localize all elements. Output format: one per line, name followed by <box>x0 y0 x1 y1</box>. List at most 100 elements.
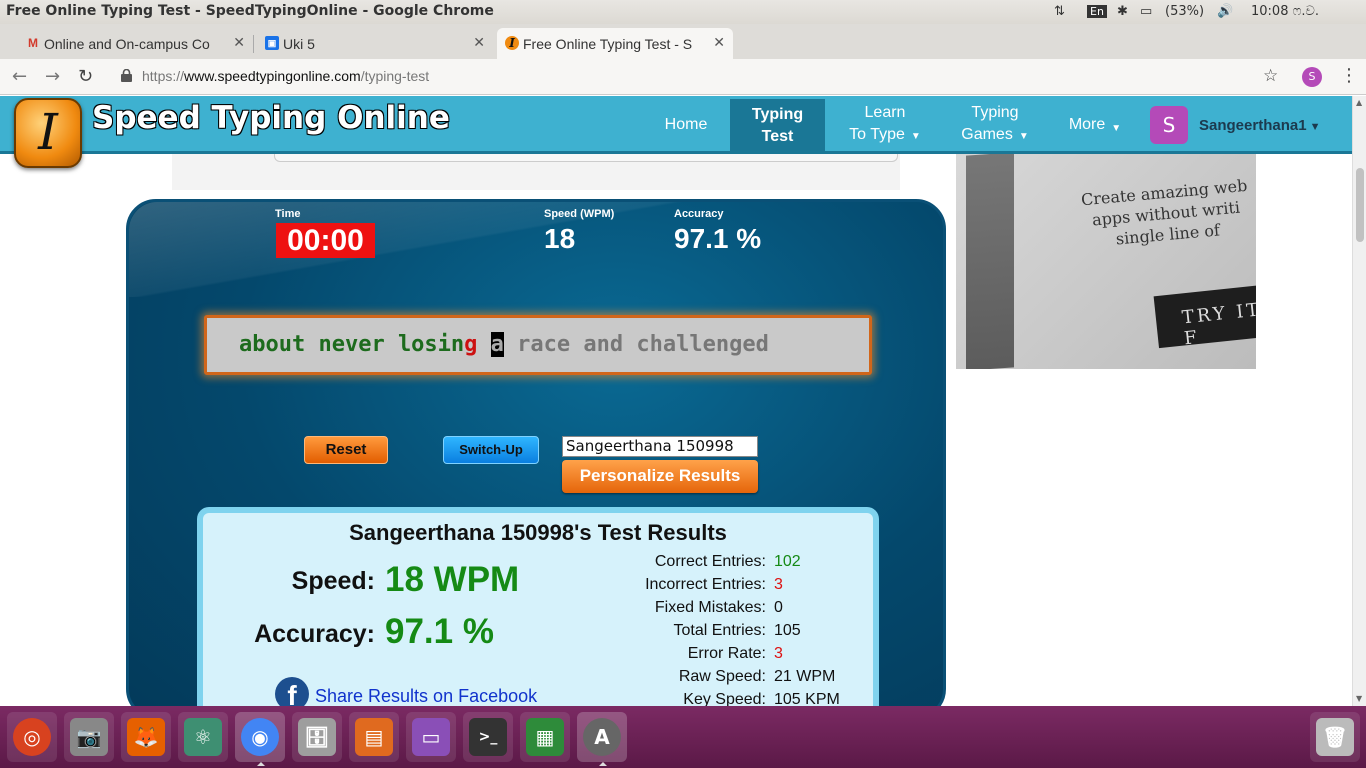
tab-strip: M Online and On-campus Co ✕ ▣ Uki 5 ✕ I … <box>0 24 1366 77</box>
speed-result-value: 18 WPM <box>385 560 520 599</box>
battery-icon[interactable]: ▭ <box>1140 4 1152 19</box>
close-tab-icon[interactable]: ✕ <box>473 34 485 51</box>
scroll-up-arrow-icon[interactable]: ▲ <box>1356 98 1362 107</box>
close-tab-icon[interactable]: ✕ <box>233 34 245 51</box>
window-title: Free Online Typing Test - SpeedTypingOnl… <box>6 3 494 19</box>
tab-uki5[interactable]: ▣ Uki 5 ✕ <box>257 28 493 59</box>
typing-text-box[interactable]: about never losing a race and challenged <box>204 315 872 375</box>
impress-icon[interactable]: ▤ <box>349 712 399 762</box>
url-host: www.speedtypingonline.com <box>184 68 361 84</box>
battery-percent[interactable]: (53%) <box>1165 4 1204 19</box>
firefox-icon[interactable]: 🦊 <box>121 712 171 762</box>
chrome-icon[interactable]: ◉ <box>235 712 285 766</box>
trash-icon[interactable]: 🗑 <box>1310 712 1360 762</box>
chrome-icon-glyph: ◉ <box>241 718 279 756</box>
accuracy-value: 97.1 % <box>674 223 762 254</box>
dropdown-arrow-icon: ▼ <box>1306 121 1321 133</box>
speed-label: Speed (WPM) <box>544 208 615 220</box>
facebook-icon[interactable]: f <box>275 677 309 706</box>
scrollbar-thumb[interactable] <box>1356 168 1364 242</box>
ad-button[interactable]: TRY IT F <box>1153 283 1256 349</box>
firefox-icon-glyph: 🦊 <box>127 718 165 756</box>
nav-label-line2: Test <box>761 128 794 145</box>
chrome-menu-icon[interactable]: ⋮ <box>1340 65 1358 86</box>
site-logo[interactable]: I <box>14 98 82 168</box>
accuracy-label: Accuracy <box>674 208 724 220</box>
switch-up-button[interactable]: Switch-Up <box>443 436 539 464</box>
classroom-icon: ▣ <box>265 36 279 50</box>
gmail-icon: M <box>28 36 38 50</box>
tab-gmail[interactable]: M Online and On-campus Co ✕ <box>18 28 254 59</box>
result-detail-label: Fixed Mistakes: <box>654 599 766 616</box>
terminal-icon[interactable]: >_ <box>463 712 513 762</box>
reload-icon[interactable]: ↻ <box>78 66 93 87</box>
running-indicator <box>599 762 607 766</box>
result-detail-value: 0 <box>774 599 783 616</box>
user-menu[interactable]: Sangeerthana1 ▼ <box>1199 117 1321 134</box>
calc-icon[interactable]: ▦ <box>520 712 570 762</box>
volume-icon[interactable]: 🔊 <box>1217 4 1233 19</box>
files-icon-glyph: 🗄 <box>298 718 336 756</box>
speed-value: 18 <box>544 223 576 254</box>
typing-test-panel: Time 00:00 Speed (WPM) 18 Accuracy 97.1 … <box>126 199 946 706</box>
result-detail-label: Key Speed: <box>683 691 766 706</box>
bookmark-star-icon[interactable]: ☆ <box>1263 66 1278 86</box>
dropdown-arrow-icon: ▼ <box>910 131 921 142</box>
tab-title: Uki 5 <box>283 35 315 52</box>
window-app-icon[interactable]: ▭ <box>406 712 456 762</box>
results-panel: Sangeerthana 150998's Test Results Speed… <box>197 507 879 706</box>
network-icon[interactable]: ⇅ <box>1054 4 1065 19</box>
running-indicator <box>257 762 265 766</box>
site-header: Speed Typing Online Home Typing Test Lea… <box>0 96 1352 154</box>
site-name[interactable]: Speed Typing Online <box>92 100 450 136</box>
impress-icon-glyph: ▤ <box>355 718 393 756</box>
reset-button[interactable]: Reset <box>304 436 388 464</box>
os-top-bar: Free Online Typing Test - SpeedTypingOnl… <box>0 0 1366 24</box>
scroll-down-arrow-icon[interactable]: ▼ <box>1356 694 1362 703</box>
keyboard-indicator[interactable]: En <box>1087 5 1107 18</box>
camera-app-icon[interactable]: 📷 <box>64 712 114 762</box>
address-bar[interactable]: https://www.speedtypingonline.com/typing… <box>142 68 429 84</box>
share-facebook-link[interactable]: Share Results on Facebook <box>315 686 537 706</box>
ubuntu-dash-icon[interactable]: ◎ <box>7 712 57 762</box>
results-title: Sangeerthana 150998's Test Results <box>349 520 727 545</box>
nav-more[interactable]: More ▼ <box>1060 96 1130 154</box>
nav-typing-games[interactable]: Typing Games ▼ <box>950 96 1040 154</box>
software-updater-icon[interactable]: A <box>577 712 627 766</box>
personalize-results-button[interactable]: Personalize Results <box>562 460 758 493</box>
chrome-profile-avatar[interactable]: S <box>1302 67 1322 87</box>
remaining-text: race and challenged <box>503 332 769 357</box>
user-avatar[interactable]: S <box>1150 106 1188 144</box>
tab-typing-test[interactable]: I Free Online Typing Test - S ✕ <box>497 28 733 59</box>
forward-icon[interactable]: → <box>45 66 60 87</box>
lock-icon[interactable] <box>121 69 132 82</box>
nav-typing-test[interactable]: Typing Test <box>730 99 825 153</box>
dropdown-arrow-icon: ▼ <box>1018 131 1029 142</box>
page-viewport: Create amazing web apps without writi si… <box>0 96 1352 706</box>
advertisement[interactable]: Create amazing web apps without writi si… <box>956 154 1256 369</box>
name-input[interactable]: Sangeerthana 150998 <box>562 436 758 457</box>
timer: 00:00 <box>276 223 375 258</box>
panel-highlight <box>129 202 943 297</box>
nav-label-line1: Learn <box>864 104 906 121</box>
nav-home[interactable]: Home <box>650 96 722 154</box>
result-detail-value: 102 <box>774 553 801 570</box>
bluetooth-icon[interactable]: ✱ <box>1117 4 1128 19</box>
result-detail-value: 105 <box>774 622 801 639</box>
url-path: /typing-test <box>360 68 430 84</box>
nav-label-line1: Typing <box>751 106 804 123</box>
nav-more-label: More <box>1068 116 1106 133</box>
accuracy-result-value: 97.1 % <box>385 612 494 651</box>
ad-box-graphic <box>966 154 1014 369</box>
speed-result-label: Speed: <box>291 567 375 595</box>
files-icon[interactable]: 🗄 <box>292 712 342 762</box>
clock[interactable]: 10:08 ෆ.ව. <box>1251 4 1319 19</box>
close-tab-icon[interactable]: ✕ <box>713 34 725 51</box>
atom-icon[interactable]: ⚛ <box>178 712 228 762</box>
ubuntu-launcher: ◎ 📷 🦊 ⚛ ◉ 🗄 ▤ ▭ >_ ▦ A 🗑 <box>0 706 1366 768</box>
nav-learn-to-type[interactable]: Learn To Type ▼ <box>840 96 930 154</box>
back-icon[interactable]: ← <box>12 66 27 87</box>
result-detail-label: Raw Speed: <box>678 668 766 685</box>
page-scrollbar[interactable]: ▲ ▼ <box>1352 96 1366 706</box>
dropdown-arrow-icon: ▼ <box>1111 123 1122 134</box>
